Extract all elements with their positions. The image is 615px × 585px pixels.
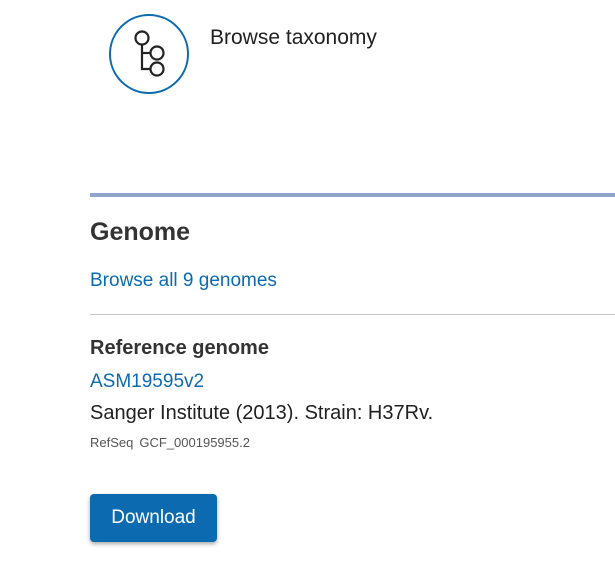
assembly-description: Sanger Institute (2013). Strain: H37Rv. — [90, 402, 434, 424]
reference-genome-heading: Reference genome — [90, 337, 269, 359]
refseq-info: RefSeq GCF_000195955.2 — [90, 435, 250, 450]
tree-hierarchy-icon-graphic — [134, 30, 165, 77]
tree-hierarchy-icon[interactable] — [109, 14, 189, 94]
divider — [90, 314, 615, 315]
browse-taxonomy-link[interactable]: Browse taxonomy — [210, 26, 377, 50]
page: Browse taxonomy Genome Browse all 9 geno… — [0, 0, 615, 585]
refseq-accession: GCF_000195955.2 — [139, 435, 250, 450]
genome-section-title: Genome — [90, 218, 191, 246]
browse-all-genomes-link[interactable]: Browse all 9 genomes — [90, 270, 277, 292]
section-divider — [90, 193, 615, 197]
assembly-name-link[interactable]: ASM19595v2 — [90, 371, 204, 393]
refseq-label: RefSeq — [90, 435, 134, 450]
download-button[interactable]: Download — [90, 494, 217, 542]
